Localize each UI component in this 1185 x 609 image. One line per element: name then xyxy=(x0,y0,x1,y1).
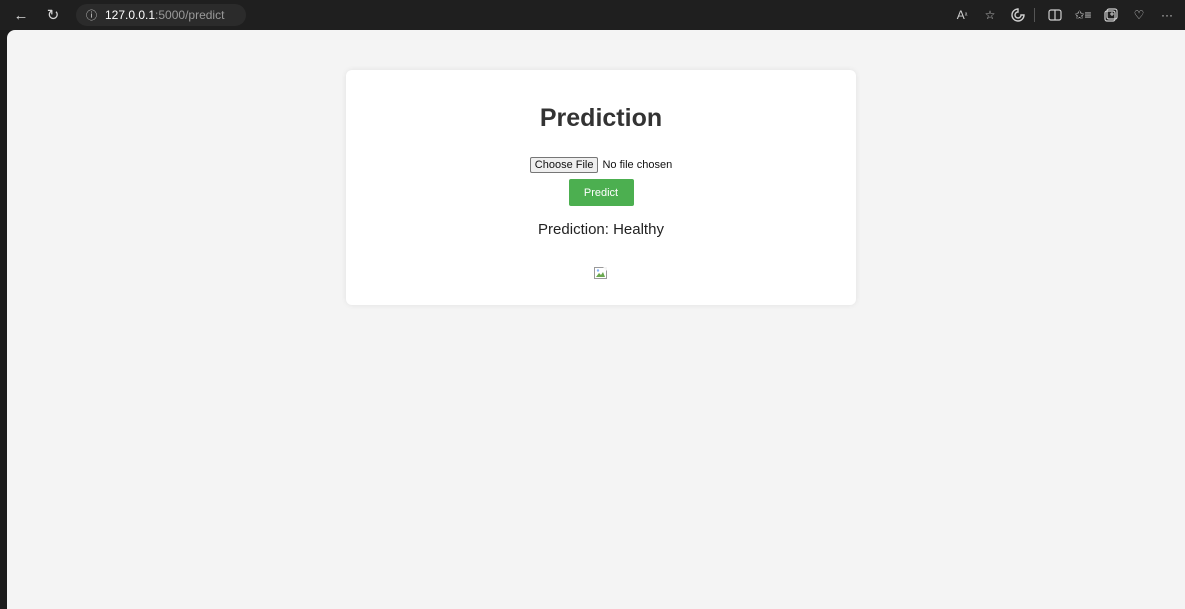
page-title: Prediction xyxy=(539,104,663,132)
split-screen-icon[interactable] xyxy=(1043,4,1067,26)
site-info-icon[interactable]: ⓘ xyxy=(86,7,97,23)
url-host: 127.0.0.1 xyxy=(105,8,156,22)
more-icon[interactable]: ··· xyxy=(1155,4,1179,26)
file-input[interactable]: Choose File No file chosen xyxy=(346,157,856,173)
broken-image-icon xyxy=(594,267,608,280)
favorite-star-icon[interactable]: ☆ xyxy=(978,4,1002,26)
read-aloud-icon[interactable]: Aᵃ xyxy=(950,4,974,26)
browser-toolbar: ← ↻ ⓘ 127.0.0.1:5000/predict Aᵃ ☆ ✩≡ ♡ ·… xyxy=(0,0,1185,30)
browser-essentials-icon[interactable]: ♡ xyxy=(1127,4,1151,26)
url-path: :5000/predict xyxy=(155,8,225,22)
page-viewport: Prediction Choose File No file chosen Pr… xyxy=(7,30,1185,609)
back-arrow-icon[interactable]: ← xyxy=(10,4,32,26)
collections-icon[interactable] xyxy=(1099,4,1123,26)
address-bar[interactable]: ⓘ 127.0.0.1:5000/predict xyxy=(76,4,246,26)
choose-file-button[interactable]: Choose File xyxy=(529,157,599,173)
prediction-card: Prediction Choose File No file chosen Pr… xyxy=(346,70,856,305)
favorites-list-icon[interactable]: ✩≡ xyxy=(1071,4,1095,26)
no-file-label: No file chosen xyxy=(602,159,673,171)
predict-button[interactable]: Predict xyxy=(568,179,634,206)
toolbar-divider xyxy=(1034,8,1035,22)
refresh-icon[interactable]: ↻ xyxy=(42,4,64,26)
toolbar-actions: Aᵃ ☆ ✩≡ ♡ ··· xyxy=(946,0,1179,30)
extensions-icon[interactable] xyxy=(1006,4,1030,26)
prediction-result: Prediction: Healthy xyxy=(538,221,664,238)
